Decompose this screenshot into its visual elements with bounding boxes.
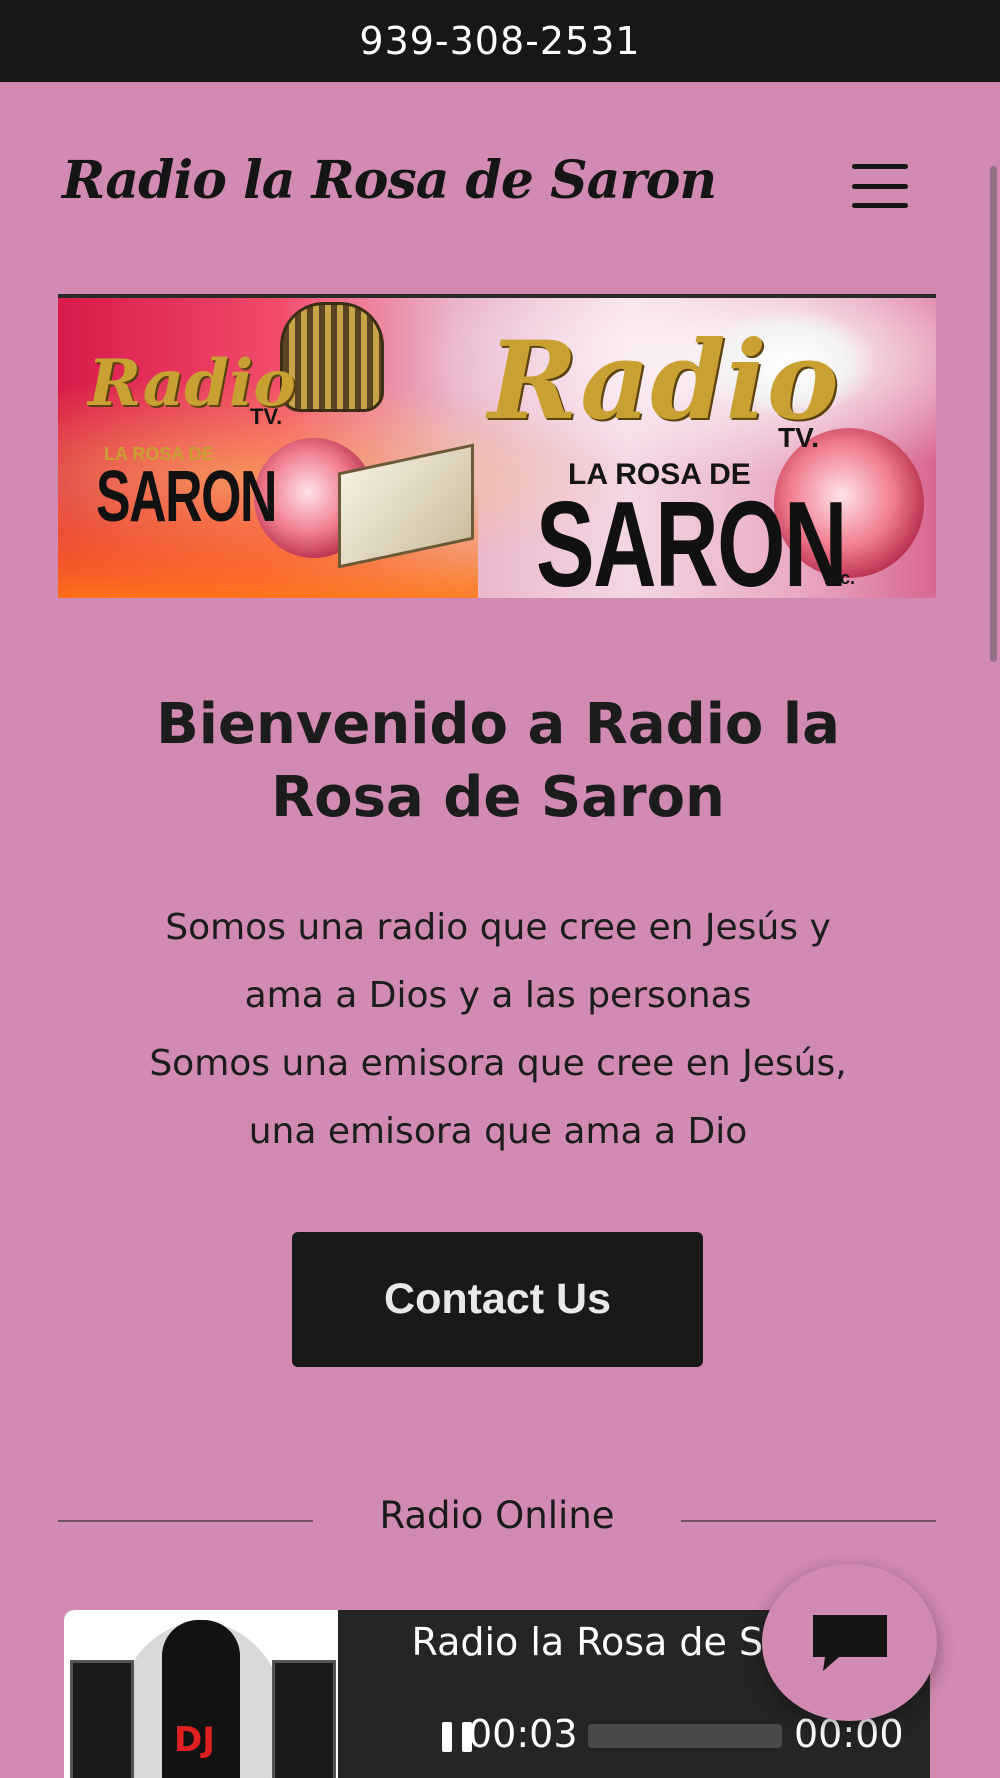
phone-number-link[interactable]: 939-308-2531 (359, 19, 640, 63)
hero-line-4: una emisora que ama a Dio (248, 1111, 748, 1152)
topbar: 939-308-2531 (0, 0, 1000, 82)
player-cover-art: DJ (64, 1610, 338, 1778)
chat-button[interactable] (762, 1564, 937, 1721)
banner-logo-suffix: Inc. (824, 568, 856, 588)
scrollbar-thumb[interactable] (990, 166, 997, 662)
progress-bar[interactable] (588, 1724, 782, 1748)
hero-line-3: Somos una emisora que cree en Jesús, (149, 1043, 847, 1084)
radio-section-label: Radio Online (379, 1494, 615, 1537)
banner-logo-tv-left: TV. (250, 404, 283, 429)
banner-logo-name-left: SARON (96, 457, 277, 537)
page-title: Bienvenido a Radio la Rosa de Saron (156, 692, 840, 830)
cover-dj-text: DJ (174, 1720, 215, 1760)
radio-section-heading: Radio Online (58, 1490, 936, 1550)
hero-description: Somos una radio que cree en Jesús y ama … (100, 894, 896, 1166)
banner-logo-name-right: SARON (536, 476, 847, 598)
current-time: 00:03 (468, 1712, 578, 1756)
banner-logo-tv-right: TV. (778, 422, 819, 453)
scrollbar[interactable] (986, 82, 1000, 1778)
hero-line-1: Somos una radio que cree en Jesús y (165, 907, 831, 948)
contact-us-button[interactable]: Contact Us (292, 1232, 703, 1367)
hero-banner-image: Radio TV. LA ROSA DE SARON Radio TV. LA … (58, 294, 936, 598)
chat-bubble-icon (812, 1614, 887, 1671)
hero-line-2: ama a Dios y a las personas (244, 975, 752, 1016)
hamburger-menu-icon[interactable] (852, 164, 908, 208)
divider-right (681, 1520, 936, 1522)
site-title[interactable]: Radio la Rosa de Saron (62, 150, 717, 211)
